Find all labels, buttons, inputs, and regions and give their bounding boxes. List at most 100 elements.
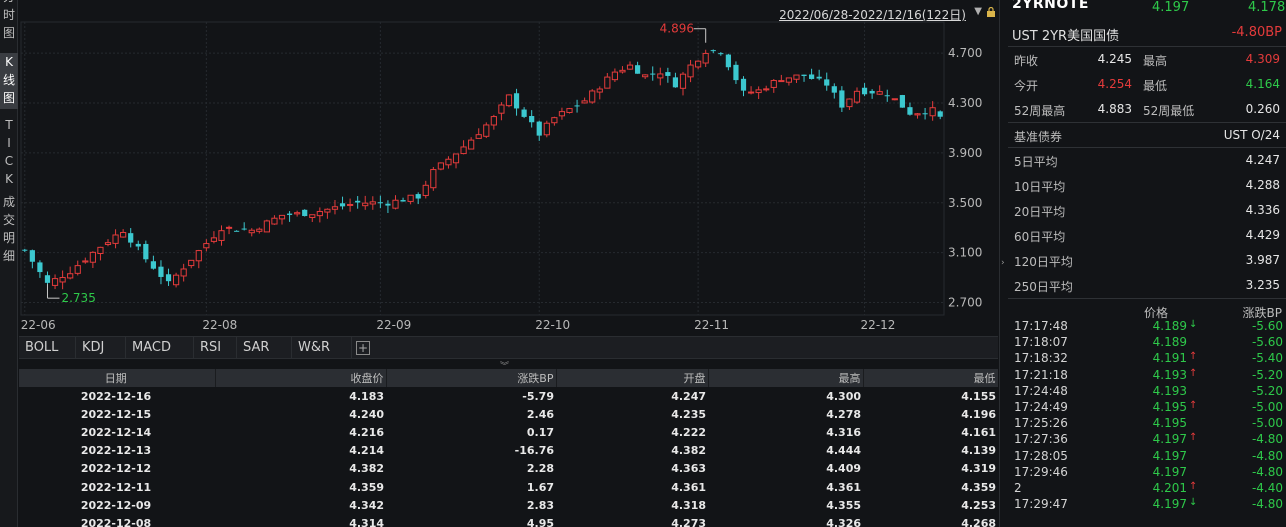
trade-row[interactable]: 17:28:05 4.197 -4.80 [1000, 449, 1286, 465]
lock-icon[interactable] [986, 7, 996, 17]
candle-body [793, 74, 800, 80]
cell-close: 4.342 [349, 498, 384, 512]
trade-change: -4.80 [1251, 497, 1283, 512]
table-row[interactable]: 2022-12-11 4.359 1.67 4.361 4.361 4.359 [19, 478, 998, 496]
col-header-open[interactable]: 开盘 [556, 369, 709, 387]
trade-row[interactable]: 17:18:32 4.191 ↑ -5.40 [1000, 351, 1286, 367]
collapse-side-panel-icon[interactable]: › [1001, 258, 1005, 268]
trade-change: -5.60 [1251, 319, 1283, 333]
tab-tick[interactable]: T I C K [0, 116, 18, 188]
benchmark-value: UST O/24 [1223, 128, 1280, 142]
candle-body [430, 169, 437, 189]
candle-body [513, 93, 520, 109]
tab-kdj[interactable]: KDJ [76, 337, 126, 359]
tab-trade-details[interactable]: 成 交 明 细 [0, 193, 18, 265]
trade-row[interactable]: 17:17:48 4.189 ↓ -5.60 [1000, 319, 1286, 335]
col-header-high[interactable]: 最高 [708, 369, 864, 387]
candle-body [899, 95, 905, 108]
trade-row[interactable]: 17:24:49 4.195 ↑ -5.00 [1000, 400, 1286, 416]
candle-body [324, 208, 331, 213]
tab-boll[interactable]: BOLL [19, 337, 76, 359]
candle-body [97, 246, 104, 254]
cell-high: 4.444 [826, 444, 861, 458]
trade-row[interactable]: 17:21:18 4.193 ↑ -5.20 [1000, 368, 1286, 384]
cell-date: 2022-12-14 [80, 425, 152, 439]
cell-open: 4.361 [671, 480, 706, 494]
tab-sar[interactable]: SAR [237, 337, 292, 359]
cell-low: 4.155 [961, 389, 996, 403]
candle-body [521, 109, 527, 117]
table-row[interactable]: 2022-12-12 4.382 2.28 4.363 4.409 4.319 [19, 460, 998, 478]
y-tick-label: 3.900 [948, 146, 982, 160]
ma-label: 10日平均 [1014, 180, 1066, 194]
x-tick-label: 22-10 [535, 318, 570, 332]
col-header-date[interactable]: 日期 [19, 369, 216, 387]
table-row[interactable]: 2022-12-16 4.183 -5.79 4.247 4.300 4.155 [19, 387, 998, 405]
trade-time: 17:18:32 [1014, 351, 1068, 366]
candle-body [770, 80, 777, 88]
cell-open: 4.382 [671, 444, 706, 458]
tab-rsi[interactable]: RSI [194, 337, 237, 359]
tab-macd[interactable]: MACD [126, 337, 194, 359]
candle-body [188, 259, 195, 267]
trade-row[interactable]: 2 4.201 ↑ -4.40 [1000, 481, 1286, 497]
table-row[interactable]: 2022-12-14 4.216 0.17 4.222 4.316 4.161 [19, 423, 998, 441]
y-tick-label: 3.500 [948, 196, 982, 210]
ma-label: 20日平均 [1014, 205, 1066, 219]
x-tick-label: 22-09 [376, 318, 411, 332]
trade-row[interactable]: 17:24:48 4.193 -5.20 [1000, 384, 1286, 400]
candle-body [29, 250, 35, 262]
candle-body [574, 105, 580, 107]
chevron-down-icon[interactable]: ▼ [974, 6, 982, 17]
trade-price: 4.201 [1152, 481, 1187, 495]
add-indicator-button[interactable]: + [356, 341, 370, 355]
ma-label: 120日平均 [1014, 255, 1073, 269]
col-header-change-bp[interactable]: 涨跌BP [386, 369, 557, 387]
cell-close: 4.314 [349, 516, 384, 527]
candle-body [785, 77, 793, 83]
candle-body [82, 260, 89, 263]
trade-row[interactable]: 17:29:47 4.197 ↓ -4.80 [1000, 497, 1286, 513]
candle-body [172, 274, 180, 286]
max-value-label: 4.896 [660, 22, 694, 36]
cell-open: 4.363 [671, 462, 706, 476]
x-tick-label: 22-06 [21, 318, 56, 332]
col-header-close[interactable]: 收盘价 [215, 369, 387, 387]
trade-row[interactable]: 17:27:36 4.197 ↑ -4.80 [1000, 432, 1286, 448]
candle-body [468, 139, 475, 150]
table-row[interactable]: 2022-12-15 4.240 2.46 4.235 4.278 4.196 [19, 405, 998, 423]
candle-body [256, 228, 263, 232]
trade-change: -5.20 [1251, 383, 1283, 398]
trade-time: 17:25:26 [1014, 416, 1068, 431]
tab-kline-chart[interactable]: K 线 图 [0, 53, 18, 109]
candle-body [150, 261, 156, 269]
table-row[interactable]: 2022-12-08 4.314 4.95 4.273 4.326 4.268 [19, 514, 998, 527]
candle-body [566, 108, 573, 113]
tab-wr[interactable]: W&R [292, 337, 352, 359]
trade-row[interactable]: 17:25:26 4.195 -5.00 [1000, 416, 1286, 432]
quote-panel: › 2YRNOTE 4.197 4.178 UST 2YR美国国债 -4.80B… [999, 0, 1286, 527]
date-range-selector[interactable]: 2022/06/28-2022/12/16(122日) [779, 6, 966, 23]
kline-chart[interactable]: 4.700 4.300 3.900 3.500 3.100 2.700 22-06 22-08… [19, 0, 998, 335]
y-tick-label: 3.100 [948, 246, 982, 260]
candle-body [907, 107, 913, 115]
cell-close: 4.214 [349, 444, 384, 458]
candle-body [929, 107, 936, 117]
table-row[interactable]: 2022-12-13 4.214 -16.76 4.382 4.444 4.139 [19, 442, 998, 460]
cell-change-bp: 0.17 [526, 425, 554, 439]
trade-row[interactable]: 17:18:07 4.189 -5.60 [1000, 335, 1286, 351]
tab-time-chart[interactable]: 分 时 图 [0, 0, 18, 44]
indicator-tabs: BOLL KDJ MACD RSI SAR W&R + [19, 336, 998, 359]
cell-close: 4.240 [349, 407, 384, 421]
candle-body [483, 124, 490, 137]
candle-body [422, 184, 429, 196]
candle-body [158, 266, 164, 277]
candle-body [392, 199, 399, 209]
col-header-low[interactable]: 最低 [863, 369, 998, 387]
trade-change: -5.40 [1251, 351, 1283, 366]
candle-body [135, 243, 141, 247]
table-row[interactable]: 2022-12-09 4.342 2.83 4.318 4.355 4.253 [19, 496, 998, 514]
candle-body [922, 113, 928, 115]
divider [1008, 46, 1286, 47]
trade-row[interactable]: 17:29:46 4.197 -4.80 [1000, 465, 1286, 481]
